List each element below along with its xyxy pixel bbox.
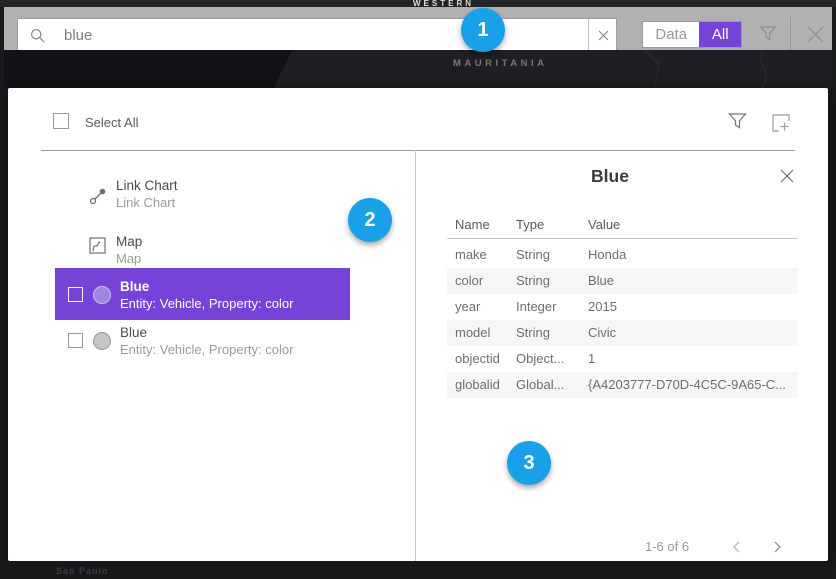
cell-type: Global...	[516, 372, 588, 398]
table-row: model String Civic	[447, 320, 798, 346]
result-item-blue[interactable]: Blue Entity: Vehicle, Property: color	[55, 320, 350, 368]
result-subtitle: Map	[116, 251, 141, 266]
search-icon	[30, 28, 46, 49]
cell-type: Object...	[516, 346, 588, 372]
table-row: make String Honda	[447, 242, 798, 268]
result-title: Blue	[120, 279, 149, 294]
table-header-row: Name Type Value	[447, 211, 798, 239]
add-to-selection-icon[interactable]	[772, 114, 790, 137]
table-row: year Integer 2015	[447, 294, 798, 320]
search-results-panel: Select All Link Chart Link Chart Map Map	[8, 88, 828, 561]
result-subtitle: Link Chart	[116, 195, 175, 210]
cell-value: 2015	[588, 294, 798, 320]
result-subtitle: Entity: Vehicle, Property: color	[120, 296, 293, 311]
pagination-next-icon[interactable]	[769, 539, 785, 555]
cell-name: globalid	[447, 372, 516, 398]
cell-name: year	[447, 294, 516, 320]
map-label-bottom: Sao Paulo	[56, 566, 109, 576]
header-divider	[41, 150, 795, 151]
result-title: Blue	[120, 325, 147, 340]
cell-type: String	[516, 242, 588, 268]
panel-filter-icon[interactable]	[728, 112, 747, 135]
cell-name: objectid	[447, 346, 516, 372]
entity-circle-icon	[93, 286, 111, 304]
map-background: MAURITANIA	[4, 50, 832, 88]
callout-2-number: 2	[364, 209, 375, 232]
select-all-label: Select All	[85, 115, 138, 130]
callout-3-number: 3	[523, 452, 534, 475]
search-toolbar: Data All	[4, 7, 832, 50]
cell-value: Civic	[588, 320, 798, 346]
cell-value: {A4203777-D70D-4C5C-9A65-C...	[588, 372, 798, 398]
map-icon	[89, 237, 106, 259]
column-header-type: Type	[516, 211, 588, 238]
column-header-value: Value	[588, 211, 798, 238]
callout-3: 3	[507, 441, 551, 485]
result-checkbox[interactable]	[68, 333, 83, 348]
cell-name: make	[447, 242, 516, 268]
toggle-data-button[interactable]: Data	[643, 22, 699, 47]
cell-value: Honda	[588, 242, 798, 268]
result-item-blue-selected[interactable]: Blue Entity: Vehicle, Property: color	[55, 268, 350, 320]
callout-2: 2	[348, 198, 392, 242]
attribute-table: Name Type Value make String Honda color …	[447, 211, 798, 398]
scope-toggle: Data All	[642, 21, 742, 48]
toolbar-divider	[790, 17, 791, 51]
map-background-bottom: Sao Paulo	[4, 561, 832, 579]
map-label-mauritania: MAURITANIA	[453, 58, 547, 69]
callout-1-number: 1	[477, 19, 488, 42]
filter-icon[interactable]	[759, 25, 777, 47]
cell-type: String	[516, 268, 588, 294]
cell-type: String	[516, 320, 588, 346]
entity-circle-icon	[93, 332, 111, 350]
result-item-map[interactable]: Map Map	[49, 228, 350, 272]
result-checkbox[interactable]	[68, 287, 83, 302]
link-chart-icon	[89, 187, 107, 210]
table-row: globalid Global... {A4203777-D70D-4C5C-9…	[447, 372, 798, 398]
cell-name: color	[447, 268, 516, 294]
select-all-checkbox[interactable]	[53, 113, 69, 129]
result-title: Map	[116, 234, 142, 249]
app-window: WESTERN Data All MAURITANIA	[0, 0, 836, 579]
result-subtitle: Entity: Vehicle, Property: color	[120, 342, 293, 357]
toggle-all-button[interactable]: All	[699, 22, 741, 47]
map-background-top: WESTERN	[0, 0, 836, 7]
result-item-link-chart[interactable]: Link Chart Link Chart	[49, 172, 350, 216]
pagination-prev-icon[interactable]	[729, 539, 745, 555]
cell-name: model	[447, 320, 516, 346]
table-row: objectid Object... 1	[447, 346, 798, 372]
close-search-icon[interactable]	[804, 23, 827, 51]
search-box[interactable]	[17, 18, 617, 52]
cell-value: Blue	[588, 268, 798, 294]
detail-close-icon[interactable]	[779, 168, 795, 189]
result-title: Link Chart	[116, 178, 178, 193]
list-detail-divider	[415, 150, 416, 561]
detail-title: Blue	[510, 166, 710, 187]
table-row: color String Blue	[447, 268, 798, 294]
map-label-western: WESTERN	[413, 0, 474, 7]
clear-search-button[interactable]	[588, 19, 617, 51]
column-header-name: Name	[447, 211, 516, 238]
cell-type: Integer	[516, 294, 588, 320]
callout-1: 1	[461, 8, 505, 52]
cell-value: 1	[588, 346, 798, 372]
pagination-label: 1-6 of 6	[645, 539, 689, 554]
